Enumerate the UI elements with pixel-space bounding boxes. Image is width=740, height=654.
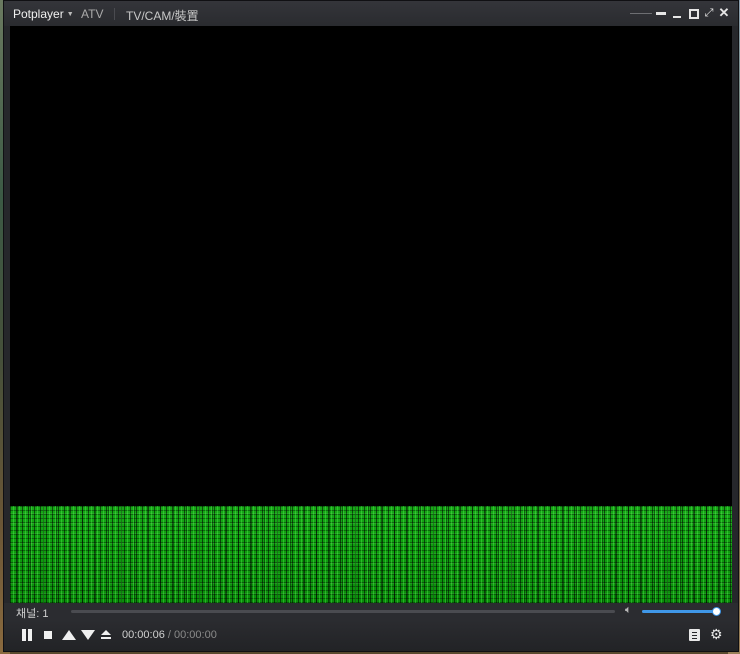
total-time: 00:00:00: [174, 629, 217, 641]
seek-slider[interactable]: [71, 610, 615, 613]
chevron-down-icon: ▼: [66, 11, 74, 19]
speaker-icon[interactable]: 🔈︎: [625, 604, 632, 617]
fullscreen-icon[interactable]: ⤢: [702, 6, 716, 20]
mode-label[interactable]: ATV: [81, 7, 103, 21]
title-bar[interactable]: Potplayer ▼ ATV TV/CAM/裝置 ⤢ ✕: [4, 1, 738, 26]
pause-icon[interactable]: [20, 629, 34, 642]
elapsed-time: 00:00:06: [122, 629, 165, 641]
volume-knob[interactable]: [712, 607, 721, 616]
gear-icon[interactable]: ⚙: [710, 626, 723, 642]
minimize-icon[interactable]: [671, 6, 685, 20]
video-area[interactable]: [10, 26, 732, 603]
time-display: 00:00:06 / 00:00:00: [122, 629, 217, 641]
maximize-icon[interactable]: [687, 6, 701, 20]
eject-icon[interactable]: [100, 629, 112, 642]
playlist-icon[interactable]: [689, 629, 700, 641]
control-bar: 00:00:06 / 00:00:00 ⚙: [4, 620, 738, 651]
close-icon[interactable]: ✕: [717, 6, 731, 20]
app-name: Potplayer: [13, 7, 64, 21]
seekbar-row: 채널: 1 🔈︎: [4, 603, 738, 620]
triangle-down-icon[interactable]: [81, 629, 95, 642]
time-separator: /: [167, 629, 171, 641]
volume-fill: [642, 610, 716, 613]
app-menu-button[interactable]: Potplayer ▼: [13, 7, 74, 21]
triangle-up-icon[interactable]: [62, 629, 76, 642]
title-divider: [114, 8, 115, 20]
video-noise-strip: [10, 506, 732, 603]
source-label[interactable]: TV/CAM/裝置: [126, 7, 199, 24]
stop-icon[interactable]: [44, 629, 54, 642]
potplayer-window: Potplayer ▼ ATV TV/CAM/裝置 ⤢ ✕ 채널: 1 🔈︎ 00…: [3, 0, 739, 652]
volume-slider[interactable]: [642, 607, 721, 616]
title-divider-line: [630, 13, 652, 14]
channel-label: 채널: 1: [16, 608, 49, 620]
pin-icon[interactable]: [655, 6, 669, 20]
